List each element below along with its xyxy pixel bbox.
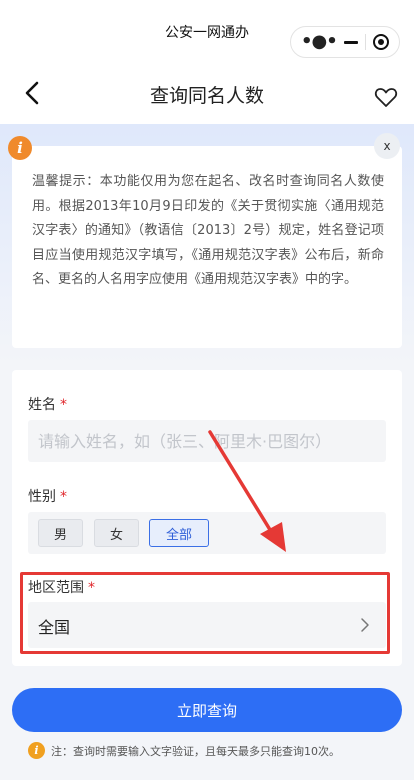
mini-program-bar: 公安一网通办 •●• [0, 0, 414, 64]
info-icon: i [28, 742, 45, 759]
more-icon[interactable]: •●• [301, 33, 338, 51]
gender-label: 性别 * [28, 489, 67, 505]
heart-icon[interactable] [374, 86, 398, 108]
required-mark: * [60, 397, 67, 413]
gender-option-male[interactable]: 男 [38, 519, 83, 547]
notice-card: 温馨提示：本功能仅用为您在起名、改名时查询同名人数使用。根据2013年10月9日… [12, 146, 402, 348]
gender-option-all[interactable]: 全部 [149, 519, 209, 547]
capsule-divider [364, 34, 366, 50]
info-icon: i [8, 136, 32, 160]
close-miniprogram-icon[interactable] [373, 34, 389, 50]
notice-text: 温馨提示：本功能仅用为您在起名、改名时查询同名人数使用。根据2013年10月9日… [32, 174, 384, 287]
app-title: 公安一网通办 [165, 25, 249, 41]
capsule-menu: •●• [290, 26, 400, 58]
page-title: 查询同名人数 [149, 84, 264, 107]
gender-option-female[interactable]: 女 [94, 519, 139, 547]
region-highlight-box [20, 572, 390, 654]
gender-selector: 男 女 全部 [28, 512, 386, 554]
submit-query-button[interactable]: 立即查询 [12, 688, 402, 732]
name-input[interactable] [28, 420, 386, 462]
close-notice-button[interactable]: x [374, 133, 400, 159]
name-label: 姓名 * [28, 397, 67, 413]
required-mark: * [60, 489, 67, 505]
footnote-text: 注：查询时需要输入文字验证，且每天最多只能查询10次。 [51, 744, 340, 758]
minimize-icon[interactable] [343, 40, 358, 44]
footnote: i 注：查询时需要输入文字验证，且每天最多只能查询10次。 [28, 742, 340, 759]
back-arrow-icon[interactable] [22, 80, 44, 106]
nav-bar: 查询同名人数 [0, 64, 414, 124]
